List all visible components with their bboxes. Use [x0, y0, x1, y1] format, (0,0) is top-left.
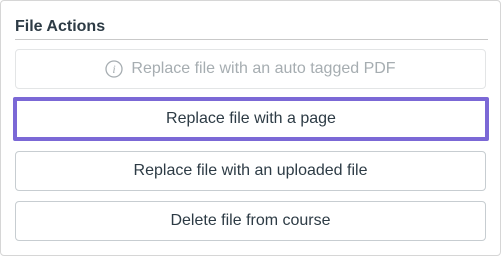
replace-with-auto-tagged-pdf-button[interactable]: i Replace file with an auto tagged PDF	[15, 49, 486, 89]
panel-title: File Actions	[15, 18, 106, 35]
replace-with-page-button[interactable]: Replace file with a page	[13, 97, 489, 141]
info-icon: i	[105, 60, 124, 78]
delete-file-button[interactable]: Delete file from course	[15, 201, 486, 241]
replace-with-uploaded-file-button[interactable]: Replace file with an uploaded file	[15, 151, 486, 191]
file-actions-panel: File Actions i Replace file with an auto…	[0, 0, 501, 256]
button-label: Replace file with an uploaded file	[133, 162, 368, 179]
button-label: Delete file from course	[170, 212, 331, 229]
button-label: Replace file with a page	[166, 110, 336, 127]
panel-header: File Actions	[15, 17, 488, 40]
svg-text:i: i	[113, 62, 116, 76]
button-label: Replace file with an auto tagged PDF	[131, 60, 396, 77]
